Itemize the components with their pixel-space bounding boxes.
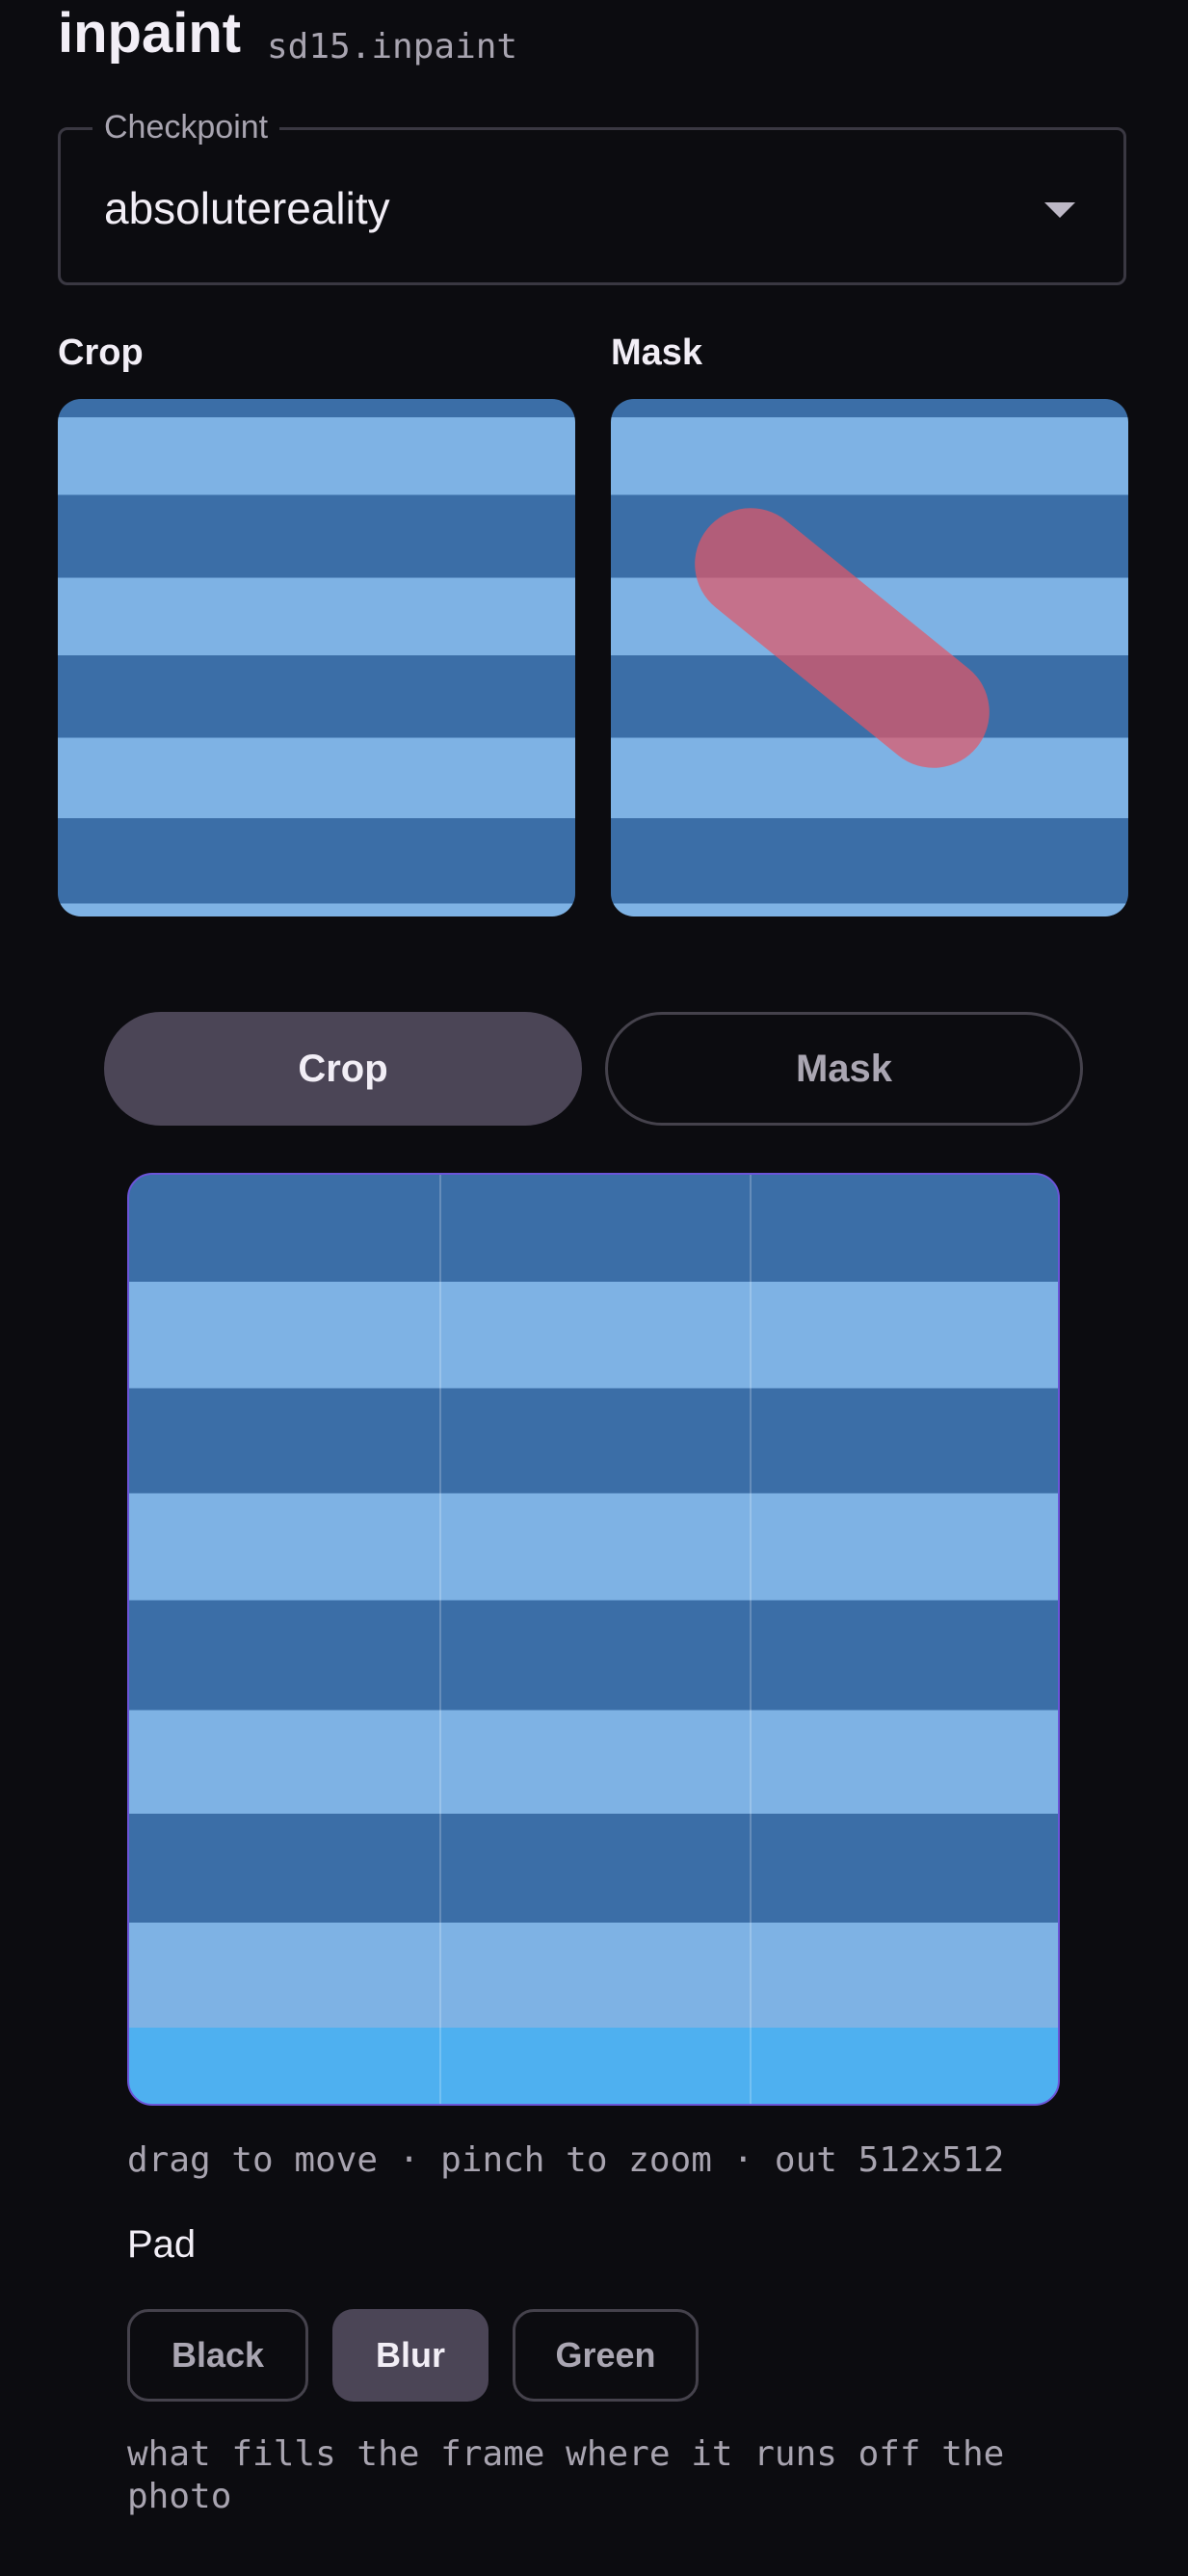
page-title: inpaint [58,2,242,65]
pad-black-button[interactable]: Black [127,2309,308,2402]
mask-preview-image [611,399,1128,916]
mask-mode-button[interactable]: Mask [605,1012,1083,1126]
crop-preview-image [58,399,575,916]
checkpoint-label: Checkpoint [92,106,280,148]
pad-description: what fills the frame where it runs off t… [127,2434,1005,2516]
chevron-down-icon[interactable] [1044,202,1075,218]
pad-label: Pad [127,2223,197,2266]
pad-blur-button[interactable]: Blur [332,2309,488,2402]
mask-preview-label: Mask [611,332,703,373]
editor-hint: drag to move · pinch to zoom · out 512x5… [127,2140,1005,2180]
mask-stroke [672,485,1013,791]
crop-preview-label: Crop [58,332,144,373]
crop-mode-button[interactable]: Crop [104,1012,582,1126]
grid-line [439,1175,441,2104]
checkpoint-value[interactable]: absolutereality [104,181,390,235]
pad-green-button[interactable]: Green [513,2309,699,2402]
crop-editor-canvas[interactable] [127,1173,1060,2106]
grid-line [750,1175,752,2104]
model-id: sd15.inpaint [267,27,518,66]
